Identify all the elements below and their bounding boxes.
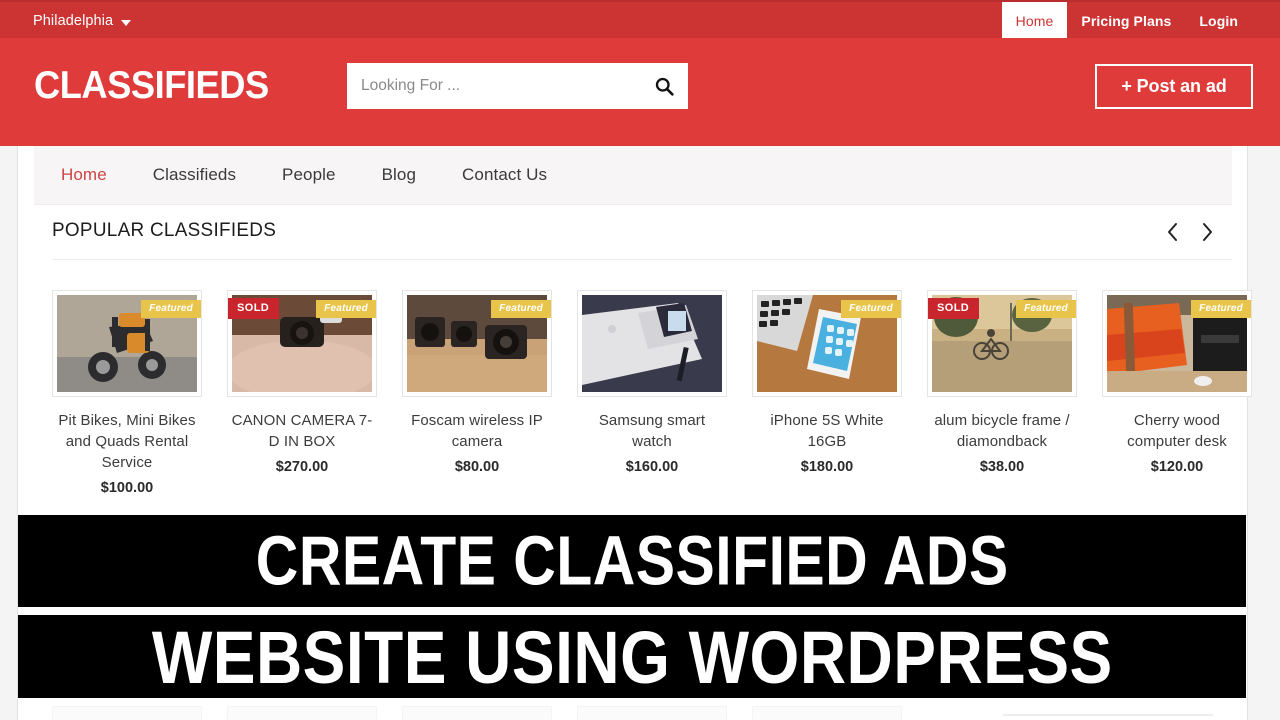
classified-card[interactable]: Featured Foscam wireless IP camera $80.0… [402,290,552,496]
search-box [347,63,688,109]
featured-badge: Featured [316,300,376,318]
nav-item-people[interactable]: People [282,165,336,185]
featured-badge: Featured [141,300,201,318]
card-thumbnail: Featured [52,290,202,397]
classified-card[interactable]: SOLD Featured alum bicycle frame / diamo… [927,290,1077,496]
card-title: alum bicycle frame / diamondback [934,412,1070,450]
top-utility-bar: Philadelphia Home Pricing Plans Login [0,0,1280,40]
card-title: Samsung smart watch [598,412,706,450]
card-title: Pit Bikes, Mini Bikes and Quads Rental S… [58,412,196,471]
carousel-next-button[interactable] [1198,221,1216,243]
chevron-left-icon [1168,223,1177,241]
search-input[interactable] [347,64,640,108]
card-price: $160.00 [625,459,679,475]
card-thumbnail: Featured [1102,290,1252,397]
card-thumbnail: Featured [402,290,552,397]
top-nav-item-home[interactable]: Home [1001,2,1068,40]
card-title: Cherry wood computer desk [1127,412,1227,450]
lower-page-placeholder-lines [1003,714,1213,720]
section-title: POPULAR CLASSIFIEDS [52,219,277,241]
nav-item-blog[interactable]: Blog [382,165,416,185]
site-header: CLASSIFIEDS + Post an ad [0,38,1280,146]
search-icon [655,77,674,96]
top-nav-links: Home Pricing Plans Login [1001,2,1252,40]
card-title: CANON CAMERA 7-D IN BOX [231,412,373,450]
section-divider [52,259,1232,260]
card-price: $100.00 [100,480,154,496]
card-title: iPhone 5S White 16GB [770,412,884,450]
card-thumbnail: Featured [752,290,902,397]
classified-card[interactable]: Featured iPhone 5S White 16GB $180.00 [752,290,902,496]
card-thumbnail [577,290,727,397]
city-selector-label: Philadelphia [33,13,114,29]
page-root: Philadelphia Home Pricing Plans Login CL… [0,0,1280,720]
card-title: Foscam wireless IP camera [411,412,543,450]
top-nav-item-login[interactable]: Login [1185,2,1252,40]
site-logo[interactable]: CLASSIFIEDS [34,64,269,108]
card-price: $80.00 [454,459,500,475]
featured-badge: Featured [1016,300,1076,318]
sold-badge: SOLD [228,298,280,319]
overlay-title-bar-1: CREATE CLASSIFIED ADS [18,515,1246,607]
post-an-ad-button[interactable]: + Post an ad [1095,64,1253,109]
placeholder-card [752,706,902,720]
card-price: $38.00 [979,459,1025,475]
classified-card[interactable]: Featured Cherry wood computer desk $120.… [1102,290,1252,496]
top-nav-item-pricing-plans[interactable]: Pricing Plans [1067,2,1185,40]
overlay-title-bar-2: WEBSITE USING WORDPRESS [18,615,1246,698]
placeholder-card [52,706,202,720]
featured-badge: Featured [491,300,551,318]
card-price: $270.00 [275,459,329,475]
popular-classifieds-header: POPULAR CLASSIFIEDS [34,205,1232,260]
chevron-down-icon [121,19,132,26]
overlay-title-line-1: CREATE CLASSIFIED ADS [255,522,1009,600]
sold-badge: SOLD [928,298,980,319]
card-thumbnail: SOLD Featured [227,290,377,397]
card-price: $120.00 [1150,459,1204,475]
classified-card[interactable]: Samsung smart watch $160.00 [577,290,727,496]
classified-card[interactable]: Featured Pit Bikes, Mini Bikes and Quads… [52,290,202,496]
nav-item-contact-us[interactable]: Contact Us [462,165,547,185]
card-price: $180.00 [800,459,854,475]
card-thumbnail: SOLD Featured [927,290,1077,397]
chevron-right-icon [1203,223,1212,241]
carousel-prev-button[interactable] [1164,221,1182,243]
placeholder-card [402,706,552,720]
search-button[interactable] [640,64,688,108]
laptop-phone-desk-photo [582,295,722,392]
featured-badge: Featured [1191,300,1251,318]
overlay-title-line-2: WEBSITE USING WORDPRESS [151,615,1113,698]
main-navigation: Home Classifieds People Blog Contact Us [34,146,1232,205]
featured-badge: Featured [841,300,901,318]
city-selector[interactable]: Philadelphia [33,2,132,40]
placeholder-card [227,706,377,720]
nav-item-classifieds[interactable]: Classifieds [153,165,236,185]
placeholder-card [577,706,727,720]
classifieds-carousel: Featured Pit Bikes, Mini Bikes and Quads… [52,290,1252,496]
classified-card[interactable]: SOLD Featured CANON CAMERA 7-D IN BOX $2… [227,290,377,496]
carousel-controls [1164,221,1216,243]
nav-item-home[interactable]: Home [61,165,107,185]
